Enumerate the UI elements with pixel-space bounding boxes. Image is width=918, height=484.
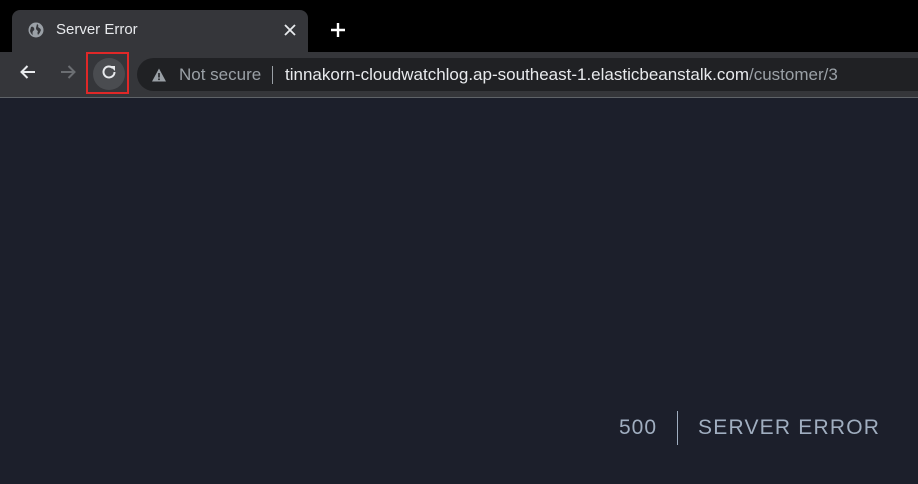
url-text[interactable]: tinnakorn-cloudwatchlog.ap-southeast-1.e… <box>285 65 838 85</box>
page-content: 500 SERVER ERROR <box>0 98 918 484</box>
plus-icon <box>326 23 350 46</box>
back-arrow-icon <box>18 62 38 87</box>
address-bar[interactable]: Not secure tinnakorn-cloudwatchlog.ap-so… <box>137 58 918 91</box>
close-icon[interactable] <box>280 20 300 40</box>
warning-icon[interactable] <box>151 67 167 83</box>
url-path: /customer/3 <box>748 65 838 84</box>
back-button[interactable] <box>14 60 42 88</box>
forward-button[interactable] <box>54 60 82 88</box>
error-notice: 500 SERVER ERROR <box>619 411 880 445</box>
new-tab-button[interactable] <box>326 18 350 42</box>
tab-strip: Server Error <box>0 0 918 52</box>
omnibox-separator <box>272 66 273 84</box>
reload-highlight-box <box>86 52 129 94</box>
browser-window: Server Error Not secure tinnakorn-cloudw… <box>0 0 918 484</box>
globe-icon <box>28 22 44 38</box>
error-code: 500 <box>619 416 658 439</box>
toolbar: Not secure tinnakorn-cloudwatchlog.ap-so… <box>0 52 918 98</box>
url-host: tinnakorn-cloudwatchlog.ap-southeast-1.e… <box>285 65 749 84</box>
tab-title: Server Error <box>56 21 138 38</box>
error-message: SERVER ERROR <box>698 416 881 439</box>
tab-server-error[interactable]: Server Error <box>12 10 308 52</box>
forward-arrow-icon <box>58 62 78 87</box>
not-secure-label[interactable]: Not secure <box>179 65 261 85</box>
